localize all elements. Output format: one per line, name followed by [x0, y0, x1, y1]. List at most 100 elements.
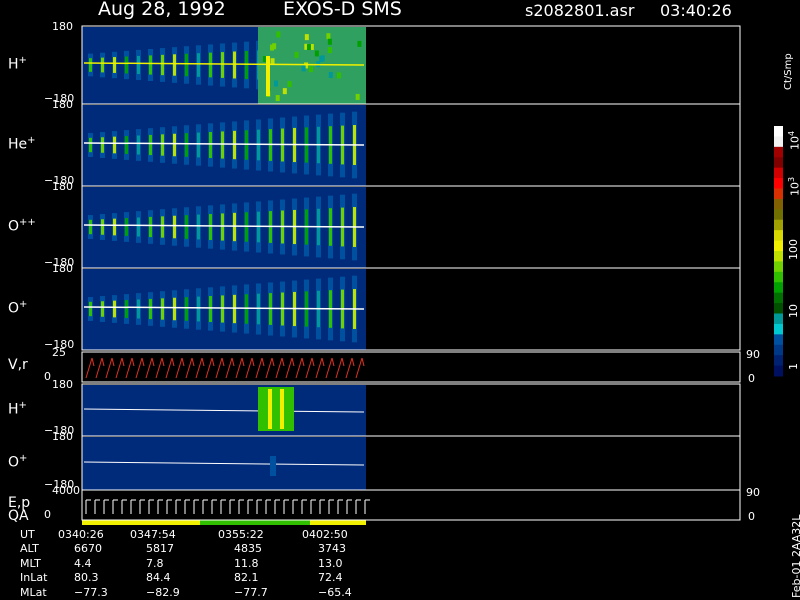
footer-value: 0347:54 — [130, 528, 176, 541]
panel-label: H+ — [8, 400, 27, 418]
spectrogram-cell — [149, 55, 152, 75]
colorbar-swatch — [774, 240, 783, 252]
spectrogram-cell — [101, 219, 104, 235]
colorbar-swatch — [774, 323, 783, 335]
colorbar-swatch — [774, 292, 783, 304]
colorbar-label: 103 — [787, 176, 800, 196]
panel-label: He+ — [8, 135, 36, 153]
spectrogram-cell — [185, 297, 188, 321]
spectrogram-cell — [173, 215, 176, 239]
spectrogram-cell — [245, 294, 248, 324]
spectrogram-cell — [173, 297, 176, 321]
spectrogram-cell — [268, 389, 272, 429]
panel-label-sup: + — [27, 135, 36, 146]
spectrogram-cell — [137, 55, 140, 75]
spectrogram-cell — [270, 58, 275, 65]
spectrogram-cell — [113, 57, 116, 73]
spectrogram-cell — [272, 43, 277, 50]
spectrogram-cell — [309, 66, 314, 73]
spectrogram-cell — [197, 296, 200, 322]
spectrogram-cell — [197, 132, 200, 158]
panel-frame — [81, 489, 741, 521]
spectrogram-cell — [209, 52, 212, 78]
spectrogram-cell — [314, 50, 319, 57]
colorbar-swatch — [774, 126, 783, 137]
panel-label: V,r — [8, 357, 28, 373]
spectrogram-cell — [294, 51, 299, 58]
spectrogram-cell — [357, 40, 362, 47]
spectrogram-cell — [161, 134, 164, 156]
spectrogram-cell — [173, 133, 176, 157]
panel-label-sup: ++ — [19, 217, 36, 228]
y-tick-top: 180 — [52, 20, 73, 33]
footer-row-label: ALT — [20, 542, 39, 556]
colorbar-swatch — [774, 198, 783, 210]
spectrogram-cell — [287, 81, 292, 88]
spectrogram-cell — [197, 53, 200, 77]
y-tick-top: 180 — [52, 180, 73, 193]
footer-value: 5817 — [146, 542, 174, 556]
colorbar-label: 100 — [787, 239, 800, 260]
right-tick-top: 90 — [746, 348, 760, 361]
spectrogram-cell — [245, 130, 248, 160]
spectrogram-cell — [233, 294, 236, 324]
spectrogram-cell — [101, 301, 104, 317]
colorbar-swatch — [774, 146, 783, 158]
spectrogram-cell — [355, 93, 360, 100]
spectrogram-cell — [221, 295, 224, 323]
colorbar-swatch — [774, 282, 783, 294]
panel-label: O++ — [8, 217, 36, 235]
spectrogram-cell — [245, 50, 248, 80]
spectrogram-cell — [209, 214, 212, 240]
spectrogram-cell — [113, 136, 116, 154]
colorbar-label: 1 — [787, 363, 800, 370]
spectrogram-cell — [185, 215, 188, 239]
spectrogram-cell — [125, 56, 128, 74]
spectrogram-cell — [137, 135, 140, 155]
footer-value: 82.1 — [234, 571, 259, 585]
spectrogram-cell — [161, 54, 164, 76]
spectrogram-cell — [245, 212, 248, 242]
colorbar-swatch — [774, 303, 783, 314]
spectrogram-cell — [125, 218, 128, 236]
spectrogram-cell — [270, 456, 276, 476]
footer-value: −77.3 — [74, 585, 108, 599]
spectrogram-cell — [336, 72, 341, 79]
colorbar-swatch — [774, 178, 783, 189]
y-tick-top: 180 — [52, 262, 73, 275]
colorbar-swatch — [774, 271, 783, 283]
colorbar-units: Ct/Smp — [783, 53, 794, 90]
footer-row-label: MLT — [20, 556, 41, 570]
footer-row-label: InLat — [20, 571, 48, 585]
footer-value: 0355:22 — [218, 528, 264, 541]
spectrogram-cell — [304, 34, 309, 41]
qa-bar-yellow — [82, 520, 200, 525]
spectrogram-cell — [280, 389, 284, 429]
spectrogram-cell — [113, 300, 116, 318]
panel-label-sup: + — [19, 453, 28, 464]
spectrogram-cell — [233, 212, 236, 242]
spectrogram-cell — [233, 130, 236, 160]
panel-label-sup: + — [18, 400, 27, 411]
footer-value: −82.9 — [146, 585, 180, 599]
colorbar-swatch — [774, 188, 783, 200]
spectrogram-cell — [149, 216, 152, 238]
colorbar-swatch — [774, 157, 783, 169]
qa-bar-green — [200, 520, 310, 525]
footer-value: 0340:26 — [58, 528, 104, 541]
side-note: Feb-01 2AA32L — [790, 514, 800, 598]
colorbar-swatch — [774, 365, 783, 377]
footer-value: −65.4 — [318, 585, 352, 599]
spectrogram-burst — [258, 387, 294, 431]
colorbar-label: 10 — [787, 304, 800, 318]
spectrogram-cell — [221, 131, 224, 159]
footer-row-label: MLat — [20, 585, 47, 599]
spectrogram-cell — [101, 57, 104, 73]
y-tick-top: 4000 — [52, 484, 80, 497]
colorbar-label: 104 — [787, 130, 800, 150]
colorbar-swatch — [774, 209, 783, 221]
panel-label: O+ — [8, 453, 28, 471]
spectrogram-cell — [273, 80, 278, 87]
spectrogram-cell — [282, 88, 287, 95]
right-tick-top: 90 — [746, 486, 760, 499]
